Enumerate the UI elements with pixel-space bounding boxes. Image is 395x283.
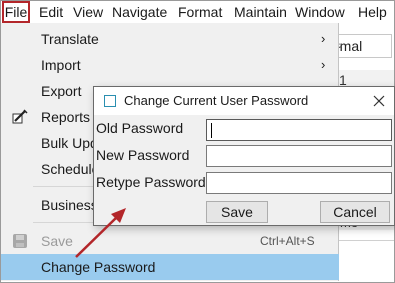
menu-bar: File Edit View Navigate Format Maintain … — [1, 1, 394, 23]
new-password-label: New Password — [96, 147, 190, 163]
menu-help[interactable]: Help — [358, 1, 387, 23]
menu-item-label: Bulk Upd — [41, 135, 98, 151]
submenu-arrow-icon: › — [321, 31, 326, 46]
close-icon — [373, 95, 385, 107]
app-icon — [104, 95, 116, 107]
menu-item-change-password[interactable]: Change Password — [1, 254, 339, 280]
save-button[interactable]: Save — [206, 201, 268, 223]
menu-item-import[interactable]: Import › — [1, 52, 339, 78]
cancel-button[interactable]: Cancel — [320, 201, 390, 223]
menu-item-label: Save — [41, 233, 73, 249]
menu-navigate[interactable]: Navigate — [112, 1, 167, 23]
menu-item-shortcut: Ctrl+Alt+S — [260, 234, 315, 248]
text-caret — [211, 123, 212, 138]
old-password-label: Old Password — [96, 120, 184, 136]
save-icon — [12, 233, 28, 249]
retype-password-label: Retype Password — [96, 174, 206, 190]
change-password-dialog: Change Current User Password Old Passwor… — [93, 86, 395, 226]
submenu-arrow-icon: › — [321, 57, 326, 72]
chevron-down-icon: ⌄ — [335, 39, 345, 51]
menu-item-label: Export — [41, 83, 82, 99]
menu-format[interactable]: Format — [178, 1, 222, 23]
new-password-field[interactable] — [206, 145, 392, 167]
background-fragment: 1 — [339, 72, 347, 88]
menu-item-label: Change Password — [41, 259, 156, 275]
style-select[interactable]: rmal ⌄ — [330, 34, 392, 58]
menu-maintain[interactable]: Maintain — [234, 1, 287, 23]
menu-edit[interactable]: Edit — [39, 1, 63, 23]
retype-password-field[interactable] — [206, 172, 392, 194]
menu-file[interactable]: File — [2, 1, 30, 23]
menu-item-label: Reports — [41, 109, 91, 125]
dialog-title-bar: Change Current User Password — [94, 87, 394, 115]
menu-item-label: Import — [41, 57, 81, 73]
menu-item-translate[interactable]: Translate › — [1, 26, 339, 52]
close-button[interactable] — [364, 87, 394, 115]
menu-item-label: Schedule — [41, 161, 100, 177]
menu-view[interactable]: View — [73, 1, 103, 23]
menu-window[interactable]: Window — [295, 1, 345, 23]
menu-item-label: Translate — [41, 31, 99, 47]
pencil-icon — [12, 109, 28, 125]
menu-item-save[interactable]: Save Ctrl+Alt+S — [1, 228, 339, 254]
dialog-title: Change Current User Password — [124, 93, 309, 108]
divider — [336, 240, 394, 241]
old-password-field[interactable] — [206, 119, 392, 141]
menu-item-label: Business — [41, 197, 98, 213]
